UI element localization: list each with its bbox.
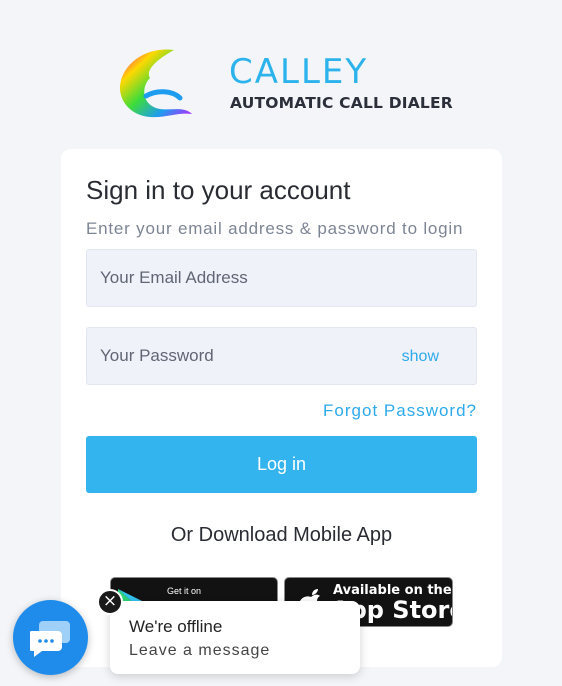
download-app-text: Or Download Mobile App bbox=[170, 524, 393, 546]
chat-launcher-button[interactable] bbox=[13, 600, 88, 675]
password-field-wrapper: show bbox=[86, 327, 477, 385]
page-subtitle: Enter your email address & password to l… bbox=[86, 219, 464, 238]
calley-logo: CALLEY AUTOMATIC CALL DIALER bbox=[116, 44, 456, 124]
chat-icon bbox=[30, 621, 70, 657]
login-card: Sign in to your account Enter your email… bbox=[61, 149, 502, 667]
leave-message-link[interactable]: Leave a message bbox=[129, 642, 270, 660]
calley-logo-icon bbox=[119, 49, 192, 118]
forgot-password-link[interactable]: Forgot Password? bbox=[323, 401, 477, 421]
brand-tagline: AUTOMATIC CALL DIALER bbox=[230, 94, 453, 112]
chat-close-button[interactable]: × bbox=[97, 589, 123, 615]
show-password-button[interactable]: show bbox=[402, 348, 439, 366]
chat-popup[interactable]: We're offline Leave a message bbox=[110, 601, 360, 674]
chat-status-text: We're offline bbox=[129, 617, 223, 636]
page-title: Sign in to your account bbox=[86, 175, 351, 205]
email-field-wrapper bbox=[86, 249, 477, 307]
email-field[interactable] bbox=[87, 250, 476, 306]
google-play-small-text: Get it on bbox=[167, 586, 202, 596]
brand-name: CALLEY bbox=[229, 52, 369, 92]
login-button[interactable]: Log in bbox=[86, 436, 477, 493]
